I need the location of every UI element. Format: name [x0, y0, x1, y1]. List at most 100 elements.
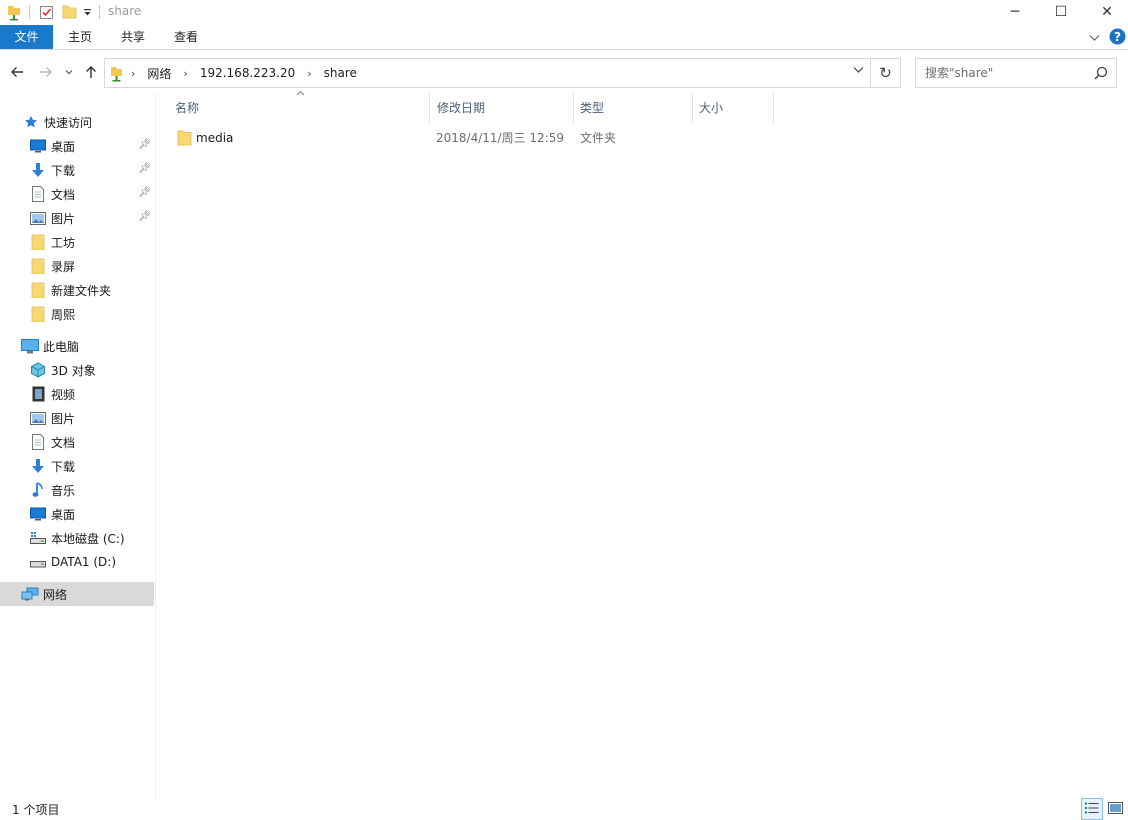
nav-label: 3D 对象	[51, 363, 96, 378]
tab-view[interactable]: 查看	[161, 25, 211, 49]
new-folder-icon[interactable]	[61, 3, 77, 21]
document-icon	[29, 433, 47, 451]
nav-item-new-folder[interactable]: 新建文件夹	[0, 278, 156, 302]
folder-icon	[29, 281, 47, 299]
breadcrumb-network[interactable]: 网络	[147, 65, 171, 82]
nav-label: 此电脑	[43, 339, 80, 354]
nav-label: 快速访问	[44, 115, 93, 130]
details-view-icon	[1084, 801, 1100, 818]
nav-item-videos[interactable]: 视频	[0, 382, 156, 406]
nav-item-documents[interactable]: 文档 📌︎	[0, 182, 156, 206]
up-button[interactable]	[82, 63, 100, 81]
breadcrumb-separator[interactable]: ›	[183, 67, 187, 80]
nav-item-pc-desktop[interactable]: 桌面	[0, 502, 156, 526]
nav-label: 网络	[43, 587, 68, 602]
details-view-button[interactable]	[1081, 798, 1103, 820]
nav-item-pc-documents[interactable]: 文档	[0, 430, 156, 454]
network-location-icon	[110, 65, 123, 82]
nav-item-screen-recordings[interactable]: 录屏	[0, 254, 156, 278]
picture-icon	[29, 409, 47, 427]
nav-item-desktop[interactable]: 桌面 📌︎	[0, 134, 156, 158]
nav-label: 音乐	[51, 483, 76, 498]
pin-icon[interactable]: 📌︎	[138, 163, 151, 174]
pin-icon[interactable]: 📌︎	[138, 139, 151, 150]
address-bar[interactable]: › 网络 › 192.168.223.20 › share	[104, 58, 871, 88]
nav-item-pc-downloads[interactable]: 下载	[0, 454, 156, 478]
column-header-size[interactable]: 大小	[681, 93, 773, 123]
download-icon	[29, 161, 47, 179]
nav-label: DATA1 (D:)	[51, 555, 117, 569]
file-type: 文件夹	[580, 131, 617, 145]
video-icon	[29, 385, 47, 403]
minimize-button[interactable]: ─	[992, 0, 1038, 24]
download-icon	[29, 457, 47, 475]
breadcrumb-separator[interactable]: ›	[131, 67, 135, 80]
navigation-pane: 快速访问 桌面 📌︎ 下载 📌︎ 文档 📌︎ 图片 📌︎ 工坊 录屏 新建文件夹…	[0, 93, 156, 800]
large-icons-view-button[interactable]	[1104, 798, 1126, 820]
nav-item-drive-d[interactable]: DATA1 (D:)	[0, 550, 156, 574]
large-icons-view-icon	[1107, 801, 1123, 817]
nav-item-3d-objects[interactable]: 3D 对象	[0, 358, 156, 382]
status-bar: 1 个项目	[0, 798, 1128, 820]
recent-locations-button[interactable]	[62, 63, 76, 81]
column-header-type[interactable]: 类型	[562, 93, 692, 123]
nav-item-pictures[interactable]: 图片 📌︎	[0, 206, 156, 230]
nav-label: 周熙	[51, 307, 76, 322]
properties-icon[interactable]	[38, 3, 54, 21]
search-box[interactable]	[915, 58, 1117, 88]
pin-icon[interactable]: 📌︎	[138, 187, 151, 198]
nav-label: 下载	[51, 163, 76, 178]
nav-this-pc[interactable]: 此电脑	[0, 334, 156, 358]
nav-label: 图片	[51, 411, 76, 426]
nav-network[interactable]: 网络	[0, 582, 154, 606]
nav-label: 录屏	[51, 259, 76, 274]
nav-label: 视频	[51, 387, 76, 402]
search-input[interactable]	[916, 59, 1086, 87]
nav-label: 工坊	[51, 235, 76, 250]
expand-ribbon-icon[interactable]	[1089, 31, 1100, 45]
back-button[interactable]	[8, 63, 26, 81]
help-icon[interactable]: ?	[1109, 28, 1126, 48]
svg-text:?: ?	[1114, 30, 1121, 44]
nav-label: 桌面	[51, 139, 76, 154]
pin-icon[interactable]: 📌︎	[138, 211, 151, 222]
tab-home[interactable]: 主页	[55, 25, 105, 49]
refresh-icon: ↻	[879, 64, 892, 82]
forward-button[interactable]	[37, 63, 55, 81]
computer-icon	[21, 337, 39, 355]
3d-objects-icon	[29, 361, 47, 379]
nav-quick-access[interactable]: 快速访问	[0, 110, 156, 134]
refresh-button[interactable]: ↻	[871, 58, 901, 88]
search-icon[interactable]	[1094, 66, 1108, 80]
breadcrumb-separator[interactable]: ›	[307, 67, 311, 80]
close-button[interactable]: ✕	[1084, 0, 1128, 24]
desktop-icon	[29, 137, 47, 155]
network-icon	[21, 585, 39, 603]
tab-file[interactable]: 文件	[0, 25, 53, 49]
tab-share[interactable]: 共享	[108, 25, 158, 49]
music-icon	[29, 481, 47, 499]
nav-label: 文档	[51, 435, 76, 450]
nav-item-pc-pictures[interactable]: 图片	[0, 406, 156, 430]
column-header-modified[interactable]: 修改日期	[419, 93, 574, 123]
file-name[interactable]: media	[196, 126, 233, 150]
customize-toolbar-icon[interactable]	[81, 3, 93, 21]
folder-icon	[29, 257, 47, 275]
ribbon-tabs: 文件 主页 共享 查看 ?	[0, 25, 1128, 50]
nav-item-music[interactable]: 音乐	[0, 478, 156, 502]
address-history-icon[interactable]	[853, 66, 864, 77]
table-row[interactable]: media 2018/4/11/周三 12:59 文件夹	[171, 126, 771, 150]
column-header-name[interactable]: 名称	[157, 93, 429, 123]
nav-item-downloads[interactable]: 下载 📌︎	[0, 158, 156, 182]
nav-label: 本地磁盘 (C:)	[51, 531, 125, 546]
navigation-bar: › 网络 › 192.168.223.20 › share ↻	[0, 51, 1128, 93]
breadcrumb-share[interactable]: share	[324, 66, 357, 80]
file-modified: 2018/4/11/周三 12:59	[436, 131, 564, 145]
breadcrumb-host[interactable]: 192.168.223.20	[200, 66, 295, 80]
nav-item-drive-c[interactable]: 本地磁盘 (C:)	[0, 526, 156, 550]
maximize-button[interactable]: ☐	[1038, 0, 1084, 24]
file-list: 名称 修改日期 类型 大小 media 2018/4/11/周三 12:59 文…	[157, 90, 1128, 800]
nav-item-zhouxi[interactable]: 周熙	[0, 302, 156, 326]
nav-item-workshop[interactable]: 工坊	[0, 230, 156, 254]
nav-label: 新建文件夹	[51, 283, 112, 298]
